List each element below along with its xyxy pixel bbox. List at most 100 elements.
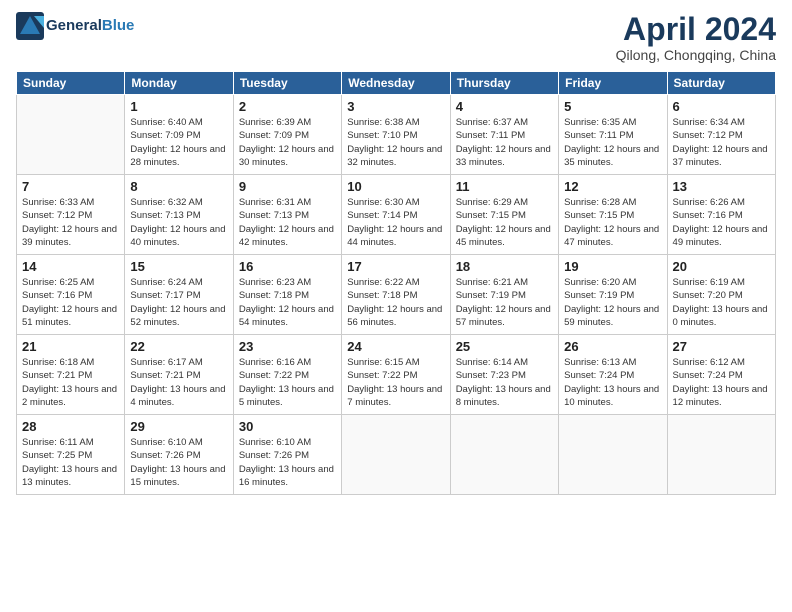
day-number: 12 xyxy=(564,179,661,194)
day-info: Sunrise: 6:20 AM Sunset: 7:19 PM Dayligh… xyxy=(564,276,661,329)
day-number: 15 xyxy=(130,259,227,274)
header: GeneralBlue April 2024 Qilong, Chongqing… xyxy=(16,12,776,63)
calendar-week-row: 21Sunrise: 6:18 AM Sunset: 7:21 PM Dayli… xyxy=(17,335,776,415)
col-saturday: Saturday xyxy=(667,72,775,95)
table-row: 13Sunrise: 6:26 AM Sunset: 7:16 PM Dayli… xyxy=(667,175,775,255)
table-row: 17 Sunrise: 6:22 AM Sunset: 7:18 PM Dayli… xyxy=(342,255,450,335)
col-wednesday: Wednesday xyxy=(342,72,450,95)
day-number: 25 xyxy=(456,339,553,354)
table-row: 23 Sunrise: 6:16 AM Sunset: 7:22 PM Dayli… xyxy=(233,335,341,415)
day-number: 22 xyxy=(130,339,227,354)
calendar-week-row: 14 Sunrise: 6:25 AM Sunset: 7:16 PM Dayli… xyxy=(17,255,776,335)
table-row: 22 Sunrise: 6:17 AM Sunset: 7:21 PM Dayli… xyxy=(125,335,233,415)
day-number: 1 xyxy=(130,99,227,114)
table-row: 15 Sunrise: 6:24 AM Sunset: 7:17 PM Dayli… xyxy=(125,255,233,335)
table-row: 16 Sunrise: 6:23 AM Sunset: 7:18 PM Dayli… xyxy=(233,255,341,335)
calendar-week-row: 28 Sunrise: 6:11 AM Sunset: 7:25 PM Dayli… xyxy=(17,415,776,495)
table-row: 21Sunrise: 6:18 AM Sunset: 7:21 PM Dayli… xyxy=(17,335,125,415)
table-row xyxy=(17,95,125,175)
day-number: 8 xyxy=(130,179,227,194)
logo: GeneralBlue xyxy=(16,12,134,40)
col-sunday: Sunday xyxy=(17,72,125,95)
day-info: Sunrise: 6:16 AM Sunset: 7:22 PM Dayligh… xyxy=(239,356,336,409)
day-info: Sunrise: 6:37 AM Sunset: 7:11 PM Dayligh… xyxy=(456,116,553,169)
day-info: Sunrise: 6:32 AM Sunset: 7:13 PM Dayligh… xyxy=(130,196,227,249)
table-row: 7 Sunrise: 6:33 AM Sunset: 7:12 PM Daylig… xyxy=(17,175,125,255)
table-row: 18 Sunrise: 6:21 AM Sunset: 7:19 PM Dayli… xyxy=(450,255,558,335)
day-info: Sunrise: 6:10 AM Sunset: 7:26 PM Dayligh… xyxy=(239,436,336,489)
table-row: 25Sunrise: 6:14 AM Sunset: 7:23 PM Dayli… xyxy=(450,335,558,415)
day-number: 23 xyxy=(239,339,336,354)
day-info: Sunrise: 6:26 AM Sunset: 7:16 PM Dayligh… xyxy=(673,196,770,249)
day-number: 10 xyxy=(347,179,444,194)
day-info: Sunrise: 6:19 AM Sunset: 7:20 PM Dayligh… xyxy=(673,276,770,329)
day-info: Sunrise: 6:33 AM Sunset: 7:12 PM Dayligh… xyxy=(22,196,119,249)
day-info: Sunrise: 6:15 AM Sunset: 7:22 PM Dayligh… xyxy=(347,356,444,409)
table-row: 1Sunrise: 6:40 AM Sunset: 7:09 PM Daylig… xyxy=(125,95,233,175)
day-info: Sunrise: 6:22 AM Sunset: 7:18 PM Dayligh… xyxy=(347,276,444,329)
table-row: 3 Sunrise: 6:38 AM Sunset: 7:10 PM Daylig… xyxy=(342,95,450,175)
logo-icon xyxy=(16,12,44,40)
table-row: 19 Sunrise: 6:20 AM Sunset: 7:19 PM Dayli… xyxy=(559,255,667,335)
day-number: 6 xyxy=(673,99,770,114)
day-info: Sunrise: 6:30 AM Sunset: 7:14 PM Dayligh… xyxy=(347,196,444,249)
day-info: Sunrise: 6:31 AM Sunset: 7:13 PM Dayligh… xyxy=(239,196,336,249)
day-info: Sunrise: 6:17 AM Sunset: 7:21 PM Dayligh… xyxy=(130,356,227,409)
logo-text: GeneralBlue xyxy=(46,18,134,35)
calendar-header-row: Sunday Monday Tuesday Wednesday Thursday… xyxy=(17,72,776,95)
table-row: 2Sunrise: 6:39 AM Sunset: 7:09 PM Daylig… xyxy=(233,95,341,175)
page: GeneralBlue April 2024 Qilong, Chongqing… xyxy=(0,0,792,612)
table-row xyxy=(559,415,667,495)
day-info: Sunrise: 6:29 AM Sunset: 7:15 PM Dayligh… xyxy=(456,196,553,249)
day-number: 3 xyxy=(347,99,444,114)
table-row: 26 Sunrise: 6:13 AM Sunset: 7:24 PM Dayli… xyxy=(559,335,667,415)
table-row: 27 Sunrise: 6:12 AM Sunset: 7:24 PM Dayli… xyxy=(667,335,775,415)
day-number: 27 xyxy=(673,339,770,354)
day-info: Sunrise: 6:24 AM Sunset: 7:17 PM Dayligh… xyxy=(130,276,227,329)
col-thursday: Thursday xyxy=(450,72,558,95)
table-row: 8 Sunrise: 6:32 AM Sunset: 7:13 PM Daylig… xyxy=(125,175,233,255)
day-info: Sunrise: 6:38 AM Sunset: 7:10 PM Dayligh… xyxy=(347,116,444,169)
day-number: 21 xyxy=(22,339,119,354)
day-info: Sunrise: 6:12 AM Sunset: 7:24 PM Dayligh… xyxy=(673,356,770,409)
day-info: Sunrise: 6:25 AM Sunset: 7:16 PM Dayligh… xyxy=(22,276,119,329)
day-number: 18 xyxy=(456,259,553,274)
table-row: 10 Sunrise: 6:30 AM Sunset: 7:14 PM Dayli… xyxy=(342,175,450,255)
day-number: 11 xyxy=(456,179,553,194)
title-block: April 2024 Qilong, Chongqing, China xyxy=(616,12,776,63)
table-row: 4Sunrise: 6:37 AM Sunset: 7:11 PM Daylig… xyxy=(450,95,558,175)
day-number: 16 xyxy=(239,259,336,274)
day-info: Sunrise: 6:13 AM Sunset: 7:24 PM Dayligh… xyxy=(564,356,661,409)
day-number: 28 xyxy=(22,419,119,434)
calendar-week-row: 7 Sunrise: 6:33 AM Sunset: 7:12 PM Daylig… xyxy=(17,175,776,255)
day-number: 29 xyxy=(130,419,227,434)
day-info: Sunrise: 6:21 AM Sunset: 7:19 PM Dayligh… xyxy=(456,276,553,329)
day-info: Sunrise: 6:11 AM Sunset: 7:25 PM Dayligh… xyxy=(22,436,119,489)
day-number: 26 xyxy=(564,339,661,354)
table-row: 20 Sunrise: 6:19 AM Sunset: 7:20 PM Dayli… xyxy=(667,255,775,335)
table-row: 5Sunrise: 6:35 AM Sunset: 7:11 PM Daylig… xyxy=(559,95,667,175)
calendar-table: Sunday Monday Tuesday Wednesday Thursday… xyxy=(16,71,776,495)
day-info: Sunrise: 6:34 AM Sunset: 7:12 PM Dayligh… xyxy=(673,116,770,169)
day-number: 17 xyxy=(347,259,444,274)
table-row: 30 Sunrise: 6:10 AM Sunset: 7:26 PM Dayli… xyxy=(233,415,341,495)
day-number: 7 xyxy=(22,179,119,194)
day-number: 20 xyxy=(673,259,770,274)
day-number: 5 xyxy=(564,99,661,114)
calendar-subtitle: Qilong, Chongqing, China xyxy=(616,47,776,63)
table-row: 14 Sunrise: 6:25 AM Sunset: 7:16 PM Dayli… xyxy=(17,255,125,335)
table-row: 29 Sunrise: 6:10 AM Sunset: 7:26 PM Dayli… xyxy=(125,415,233,495)
table-row: 24Sunrise: 6:15 AM Sunset: 7:22 PM Dayli… xyxy=(342,335,450,415)
day-number: 19 xyxy=(564,259,661,274)
col-tuesday: Tuesday xyxy=(233,72,341,95)
table-row: 9Sunrise: 6:31 AM Sunset: 7:13 PM Daylig… xyxy=(233,175,341,255)
day-number: 2 xyxy=(239,99,336,114)
table-row xyxy=(450,415,558,495)
day-number: 14 xyxy=(22,259,119,274)
table-row: 6 Sunrise: 6:34 AM Sunset: 7:12 PM Daylig… xyxy=(667,95,775,175)
col-monday: Monday xyxy=(125,72,233,95)
day-info: Sunrise: 6:23 AM Sunset: 7:18 PM Dayligh… xyxy=(239,276,336,329)
day-info: Sunrise: 6:28 AM Sunset: 7:15 PM Dayligh… xyxy=(564,196,661,249)
day-info: Sunrise: 6:10 AM Sunset: 7:26 PM Dayligh… xyxy=(130,436,227,489)
day-number: 30 xyxy=(239,419,336,434)
